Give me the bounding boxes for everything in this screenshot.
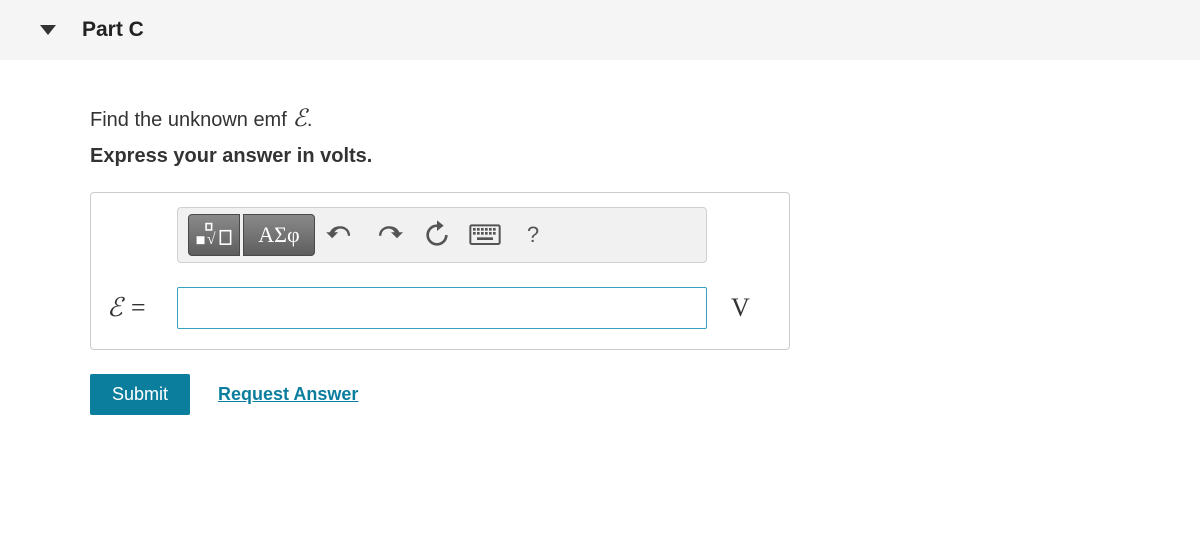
chevron-down-icon bbox=[40, 25, 56, 35]
content: Find the unknown emf ℰ. Express your ans… bbox=[0, 60, 1200, 455]
redo-icon bbox=[373, 219, 405, 251]
help-button[interactable]: ? bbox=[511, 214, 555, 256]
svg-text:√: √ bbox=[207, 231, 216, 247]
reset-button[interactable] bbox=[415, 214, 459, 256]
lhs-symbol: ℰ bbox=[107, 293, 123, 322]
answer-line: ℰ = V bbox=[107, 287, 773, 329]
reset-icon bbox=[421, 219, 453, 251]
math-templates-icon: √ bbox=[195, 222, 233, 247]
part-title: Part C bbox=[82, 18, 144, 42]
answer-unit: V bbox=[731, 293, 750, 323]
math-templates-button[interactable]: √ bbox=[188, 214, 240, 256]
actions: Submit Request Answer bbox=[90, 374, 1110, 415]
equation-toolbar: √ ΑΣφ bbox=[177, 207, 707, 263]
prompt-symbol: ℰ bbox=[292, 106, 307, 132]
undo-button[interactable] bbox=[319, 214, 363, 256]
instruction: Express your answer in volts. bbox=[90, 145, 1110, 168]
help-label: ? bbox=[527, 222, 539, 248]
keyboard-button[interactable] bbox=[463, 214, 507, 256]
request-answer-link[interactable]: Request Answer bbox=[218, 384, 358, 405]
answer-lhs: ℰ = bbox=[107, 293, 167, 323]
question-prompt: Find the unknown emf ℰ. bbox=[90, 104, 1110, 133]
keyboard-icon bbox=[469, 224, 501, 245]
answer-box: √ ΑΣφ bbox=[90, 192, 790, 350]
part-header[interactable]: Part C bbox=[0, 0, 1200, 60]
redo-button[interactable] bbox=[367, 214, 411, 256]
greek-label: ΑΣφ bbox=[258, 222, 299, 248]
greek-symbols-button[interactable]: ΑΣφ bbox=[243, 214, 315, 256]
submit-button[interactable]: Submit bbox=[90, 374, 190, 415]
answer-input[interactable] bbox=[177, 287, 707, 329]
prompt-suffix: . bbox=[307, 109, 313, 131]
prompt-prefix: Find the unknown emf bbox=[90, 109, 292, 131]
lhs-eq: = bbox=[123, 293, 147, 322]
undo-icon bbox=[325, 219, 357, 251]
